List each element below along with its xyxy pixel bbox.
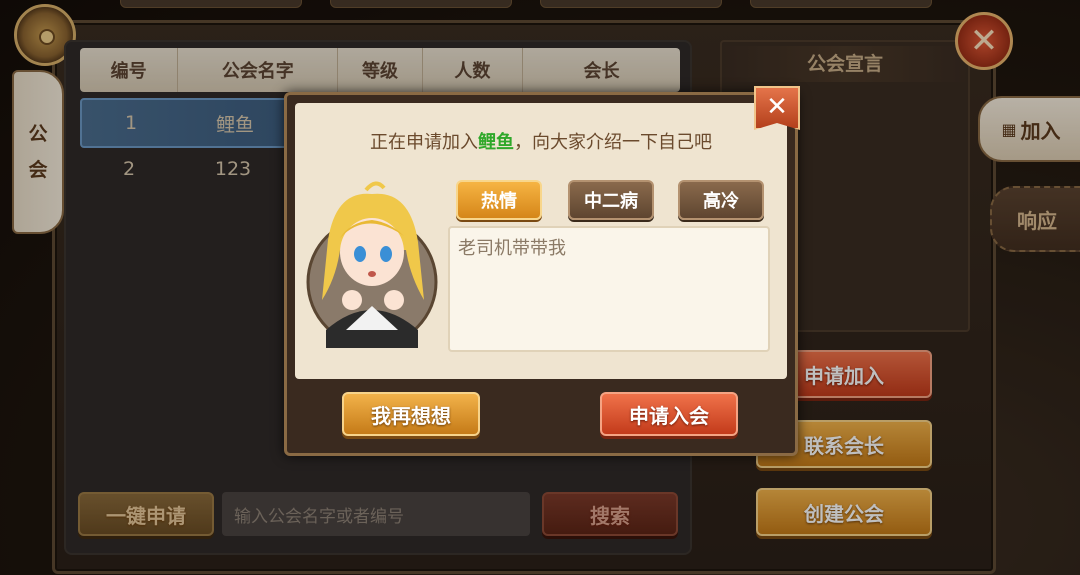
- cancel-button[interactable]: 我再想想: [342, 392, 480, 436]
- close-icon: ✕: [766, 92, 788, 122]
- prompt-guild-name: 鲤鱼: [478, 132, 514, 153]
- prompt-prefix: 正在申请加入: [370, 132, 478, 153]
- self-intro-textarea[interactable]: 老司机带带我: [448, 226, 770, 352]
- tag-enthusiastic[interactable]: 热情: [456, 180, 542, 220]
- tag-aloof[interactable]: 高冷: [678, 180, 764, 220]
- tag-chuunibyou[interactable]: 中二病: [568, 180, 654, 220]
- dialog-prompt: 正在申请加入鲤鱼，向大家介绍一下自己吧: [284, 128, 798, 154]
- apply-guild-button[interactable]: 申请入会: [600, 392, 738, 436]
- prompt-suffix: ，向大家介绍一下自己吧: [514, 132, 712, 153]
- character-avatar: [306, 181, 438, 348]
